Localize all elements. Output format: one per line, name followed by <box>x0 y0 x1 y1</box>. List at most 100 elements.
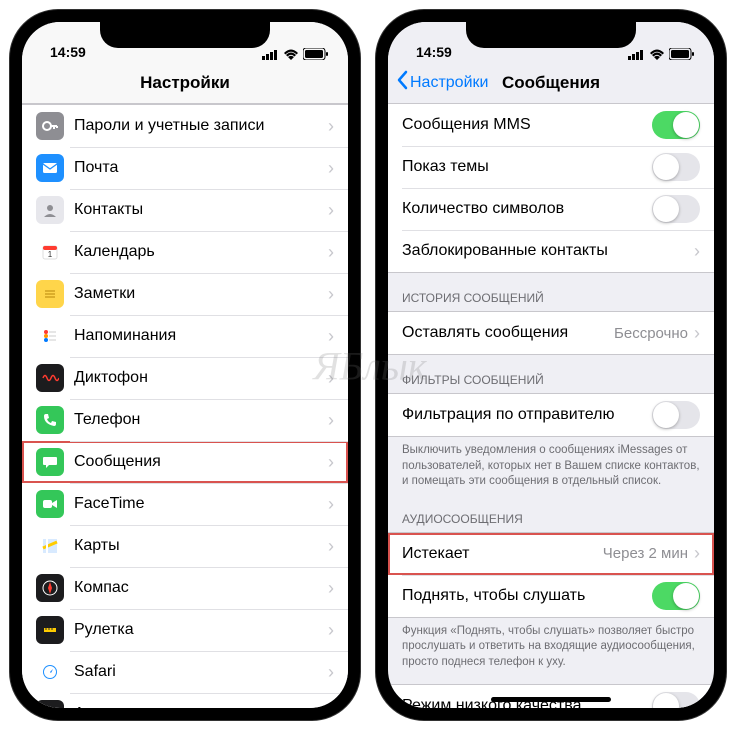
notch <box>100 20 270 48</box>
row-keep-messages[interactable]: Оставлять сообщенияБессрочно› <box>388 312 714 354</box>
row-label: Истекает <box>402 545 603 563</box>
toggle-switch[interactable] <box>652 111 700 139</box>
row-label: Заметки <box>74 285 328 303</box>
row-subject[interactable]: Показ темы <box>388 146 714 188</box>
section-header-history: ИСТОРИЯ СООБЩЕНИЙ <box>388 273 714 311</box>
nav-bar: Настройки <box>22 62 348 104</box>
calendar-icon: 1 <box>36 238 64 266</box>
row-label: Компас <box>74 579 328 597</box>
row-filter-sender[interactable]: Фильтрация по отправителю <box>388 394 714 436</box>
wifi-icon <box>283 49 299 60</box>
section-header-audio: АУДИОСООБЩЕНИЯ <box>388 494 714 532</box>
toggle-switch[interactable] <box>652 692 700 708</box>
settings-row-voicememos[interactable]: Диктофон› <box>22 357 348 399</box>
settings-row-contacts[interactable]: Контакты› <box>22 189 348 231</box>
status-time: 14:59 <box>50 44 86 60</box>
footer-audio: Функция «Поднять, чтобы слушать» позволя… <box>388 618 714 675</box>
settings-list[interactable]: Пароли и учетные записи›Почта›Контакты›1… <box>22 104 348 708</box>
toggle-switch[interactable] <box>652 582 700 610</box>
row-label: Рулетка <box>74 621 328 639</box>
messages-icon <box>36 448 64 476</box>
row-label: Количество символов <box>402 200 652 218</box>
settings-row-stocks[interactable]: Акции› <box>22 693 348 708</box>
battery-icon <box>669 48 694 60</box>
row-label: Показ темы <box>402 158 652 176</box>
chevron-right-icon: › <box>328 326 334 347</box>
stocks-icon <box>36 700 64 708</box>
home-indicator[interactable] <box>491 697 611 702</box>
footer-filter: Выключить уведомления о сообщениях iMess… <box>388 437 714 494</box>
chevron-right-icon: › <box>694 323 700 344</box>
chevron-right-icon: › <box>328 620 334 641</box>
settings-row-passwords[interactable]: Пароли и учетные записи› <box>22 105 348 147</box>
chevron-right-icon: › <box>328 662 334 683</box>
cellular-icon <box>262 49 279 60</box>
chevron-right-icon: › <box>328 494 334 515</box>
right-screen: 14:59 Настройки Сообщения Сообщения MMSП… <box>388 22 714 708</box>
chevron-right-icon: › <box>328 158 334 179</box>
toggle-switch[interactable] <box>652 153 700 181</box>
settings-row-notes[interactable]: Заметки› <box>22 273 348 315</box>
row-label: Сообщения MMS <box>402 116 652 134</box>
left-phone: 14:59 Настройки Пароли и учетные записи›… <box>10 10 360 720</box>
row-expire[interactable]: ИстекаетЧерез 2 мин› <box>388 533 714 575</box>
back-button[interactable]: Настройки <box>396 70 488 95</box>
settings-row-compass[interactable]: Компас› <box>22 567 348 609</box>
settings-row-maps[interactable]: Карты› <box>22 525 348 567</box>
row-charcount[interactable]: Количество символов <box>388 188 714 230</box>
toggle-switch[interactable] <box>652 195 700 223</box>
svg-text:1: 1 <box>48 250 53 259</box>
page-title: Настройки <box>140 73 230 93</box>
settings-row-phone[interactable]: Телефон› <box>22 399 348 441</box>
right-phone: 14:59 Настройки Сообщения Сообщения MMSП… <box>376 10 726 720</box>
chevron-left-icon <box>396 70 408 95</box>
row-label: Оставлять сообщения <box>402 324 614 342</box>
row-blocked[interactable]: Заблокированные контакты› <box>388 230 714 272</box>
settings-row-measure[interactable]: Рулетка› <box>22 609 348 651</box>
chevron-right-icon: › <box>328 536 334 557</box>
contacts-icon <box>36 196 64 224</box>
row-label: Почта <box>74 159 328 177</box>
status-right <box>262 48 328 60</box>
row-label: Календарь <box>74 243 328 261</box>
row-raise[interactable]: Поднять, чтобы слушать <box>388 575 714 617</box>
row-label: Карты <box>74 537 328 555</box>
chevron-right-icon: › <box>694 241 700 262</box>
toggle-switch[interactable] <box>652 401 700 429</box>
notch <box>466 20 636 48</box>
chevron-right-icon: › <box>328 200 334 221</box>
settings-row-safari[interactable]: Safari› <box>22 651 348 693</box>
settings-row-mail[interactable]: Почта› <box>22 147 348 189</box>
safari-icon <box>36 658 64 686</box>
chevron-right-icon: › <box>328 410 334 431</box>
row-label: Напоминания <box>74 327 328 345</box>
row-mms[interactable]: Сообщения MMS <box>388 104 714 146</box>
cellular-icon <box>628 49 645 60</box>
wifi-icon <box>649 49 665 60</box>
nav-bar: Настройки Сообщения <box>388 62 714 104</box>
chevron-right-icon: › <box>328 116 334 137</box>
compass-icon <box>36 574 64 602</box>
row-label: Поднять, чтобы слушать <box>402 587 652 605</box>
row-value: Через 2 мин <box>603 545 688 562</box>
settings-row-reminders[interactable]: Напоминания› <box>22 315 348 357</box>
chevron-right-icon: › <box>328 578 334 599</box>
battery-icon <box>303 48 328 60</box>
settings-row-messages[interactable]: Сообщения› <box>22 441 348 483</box>
row-label: Сообщения <box>74 453 328 471</box>
settings-row-facetime[interactable]: FaceTime› <box>22 483 348 525</box>
row-label: Заблокированные контакты <box>402 242 694 260</box>
row-label: FaceTime <box>74 495 328 513</box>
phone-icon <box>36 406 64 434</box>
messages-settings[interactable]: Сообщения MMS Показ темы Количество символ… <box>388 104 714 708</box>
voicememos-icon <box>36 364 64 392</box>
notes-icon <box>36 280 64 308</box>
back-label: Настройки <box>410 74 488 92</box>
page-title: Сообщения <box>502 73 600 93</box>
row-label: Телефон <box>74 411 328 429</box>
status-right <box>628 48 694 60</box>
row-label: Фильтрация по отправителю <box>402 406 652 424</box>
row-label: Пароли и учетные записи <box>74 117 328 135</box>
mail-icon <box>36 154 64 182</box>
settings-row-calendar[interactable]: 1Календарь› <box>22 231 348 273</box>
